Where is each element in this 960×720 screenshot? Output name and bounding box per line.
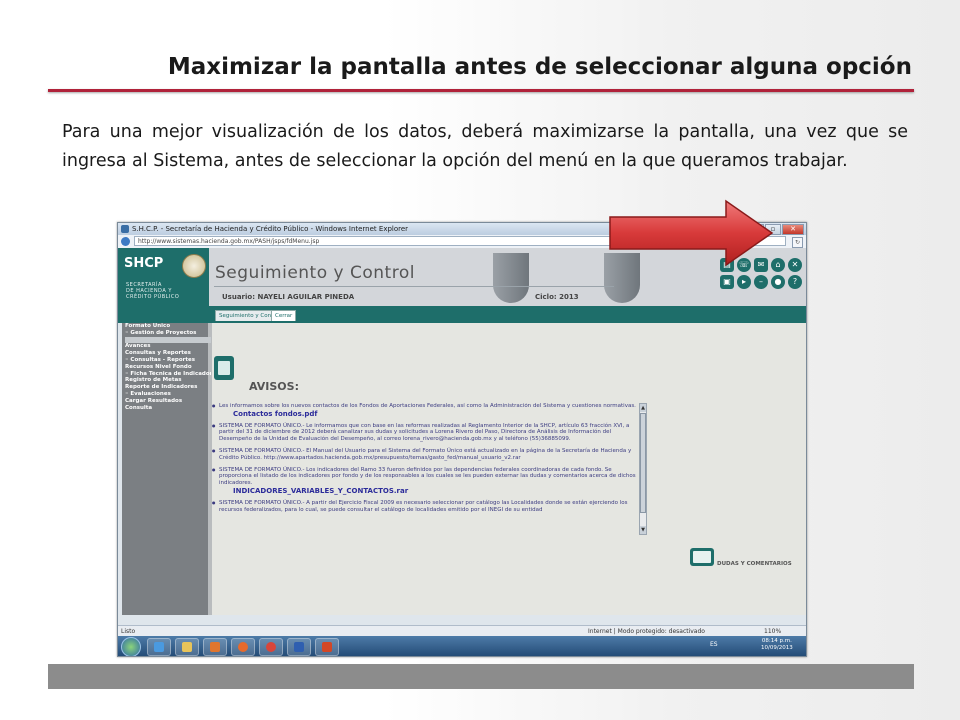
- avisos-document-icon: [214, 356, 234, 380]
- menu-item[interactable]: Registro de Metas: [125, 377, 211, 384]
- notice-item: SISTEMA DE FORMATO ÚNICO.- Los indicador…: [211, 467, 639, 495]
- dudas-envelope-icon[interactable]: [690, 548, 714, 566]
- app-tab-bar: Seguimiento y Control Cerrar: [118, 306, 806, 323]
- notice-text: SISTEMA DE FORMATO ÚNICO.- Los indicador…: [219, 466, 636, 487]
- back-icon[interactable]: [121, 237, 130, 246]
- explorer-icon[interactable]: [147, 638, 171, 656]
- notice-link-indicadores[interactable]: INDICADORES_VARIABLES_Y_CONTACTOS.rar: [219, 488, 639, 495]
- minus-icon[interactable]: –: [754, 275, 768, 289]
- user-icon[interactable]: ●: [771, 275, 785, 289]
- decorative-cone: [493, 253, 529, 303]
- national-emblem-icon: [182, 254, 206, 278]
- windows-taskbar: ES 08:14 p.m. 10/09/2013: [118, 636, 806, 656]
- embedded-screenshot: S.H.C.P. - Secretaría de Hacienda y Créd…: [117, 222, 807, 657]
- start-button[interactable]: [121, 637, 141, 656]
- menu-item[interactable]: ◦ Gestión de Proyectos: [125, 330, 211, 337]
- title-underline: [48, 89, 914, 92]
- menu-item[interactable]: Formato Único: [125, 323, 211, 330]
- notice-text: SISTEMA DE FORMATO ÚNICO.- Le informamos…: [219, 422, 630, 443]
- red-arrow-icon: [609, 199, 774, 267]
- browser-window-title: S.H.C.P. - Secretaría de Hacienda y Créd…: [132, 225, 409, 233]
- shcp-subtitle-line: CRÉDITO PÚBLICO: [126, 294, 180, 300]
- system-clock[interactable]: 08:14 p.m. 10/09/2013: [761, 638, 793, 652]
- system-title-rule: [214, 286, 614, 287]
- menu-item[interactable]: Cargar Resultados: [125, 398, 211, 405]
- menu-item[interactable]: ◦ Evaluaciones: [125, 391, 211, 398]
- scroll-thumb[interactable]: [640, 413, 646, 513]
- slide-title: Maximizar la pantalla antes de seleccion…: [167, 54, 912, 80]
- tab-cerrar[interactable]: Cerrar: [271, 310, 297, 321]
- close-icon[interactable]: ✕: [782, 224, 804, 235]
- refresh-icon[interactable]: ↻: [792, 237, 803, 248]
- help-icon[interactable]: ?: [788, 275, 802, 289]
- notice-text: SISTEMA DE FORMATO ÚNICO.- A partir del …: [219, 499, 628, 513]
- shcp-logo: SHCP: [124, 256, 164, 271]
- cycle-year: Ciclo: 2013: [535, 293, 579, 301]
- menu-list: Formato Único ◦ Gestión de Proyectos Cap…: [125, 323, 211, 411]
- notice-item: SISTEMA DE FORMATO ÚNICO.- El Manual del…: [211, 448, 639, 462]
- chrome-icon[interactable]: [259, 638, 283, 656]
- clock-time: 08:14 p.m.: [761, 638, 792, 644]
- firefox-icon[interactable]: [231, 638, 255, 656]
- notice-text: SISTEMA DE FORMATO ÚNICO.- El Manual del…: [219, 447, 632, 461]
- word-icon[interactable]: [287, 638, 311, 656]
- ie-favicon-icon: [121, 225, 129, 233]
- media-player-icon[interactable]: [203, 638, 227, 656]
- notice-item: SISTEMA DE FORMATO ÚNICO.- A partir del …: [211, 500, 639, 514]
- system-title: Seguimiento y Control: [215, 263, 415, 283]
- clock-date: 10/09/2013: [761, 645, 793, 651]
- menu-item[interactable]: Consulta: [125, 405, 211, 412]
- menu-item-selected[interactable]: Capturar Proyectos: [125, 336, 211, 344]
- shcp-brand-block: SHCP SECRETARÍA DE HACIENDA Y CRÉDITO PÚ…: [118, 248, 209, 306]
- powerpoint-icon[interactable]: [315, 638, 339, 656]
- notice-text: Les informamos sobre los nuevos contacto…: [219, 403, 636, 409]
- language-indicator[interactable]: ES: [710, 641, 718, 648]
- menu-item[interactable]: Reporte de Indicadores: [125, 384, 211, 391]
- close-icon[interactable]: ✕: [788, 258, 802, 272]
- scroll-down-icon[interactable]: ▼: [640, 526, 646, 534]
- notice-item: SISTEMA DE FORMATO ÚNICO.- Le informamos…: [211, 423, 639, 443]
- footer-bar: [48, 664, 914, 689]
- play-icon[interactable]: ▸: [737, 275, 751, 289]
- scroll-up-icon[interactable]: ▲: [640, 404, 646, 412]
- menu-item[interactable]: Recursos Nivel Fondo: [125, 364, 211, 371]
- notice-link-contactos[interactable]: Contactos fondos.pdf: [219, 410, 639, 418]
- slide-paragraph: Para una mejor visualización de los dato…: [62, 122, 908, 171]
- notices-list: Les informamos sobre los nuevos contacto…: [211, 403, 639, 535]
- notice-item: Les informamos sobre los nuevos contacto…: [211, 403, 639, 418]
- shcp-subtitle: SECRETARÍA DE HACIENDA Y CRÉDITO PÚBLICO: [126, 282, 206, 300]
- menu-item[interactable]: Avances: [125, 343, 211, 350]
- avisos-title: AVISOS:: [249, 380, 299, 393]
- notices-scrollbar[interactable]: ▲ ▼: [639, 403, 647, 535]
- dudas-comentarios-link[interactable]: DUDAS Y COMENTARIOS: [717, 561, 792, 567]
- user-name: Usuario: NAYELI AGUILAR PINEDA: [222, 293, 355, 301]
- menu-item[interactable]: Consultas y Reportes: [125, 350, 211, 357]
- menu-item[interactable]: ◦ Ficha Técnica de Indicadores: [125, 371, 211, 378]
- lock-icon[interactable]: ▣: [720, 275, 734, 289]
- folder-icon[interactable]: [175, 638, 199, 656]
- menu-item[interactable]: ◦ Consultas - Reportes: [125, 357, 211, 364]
